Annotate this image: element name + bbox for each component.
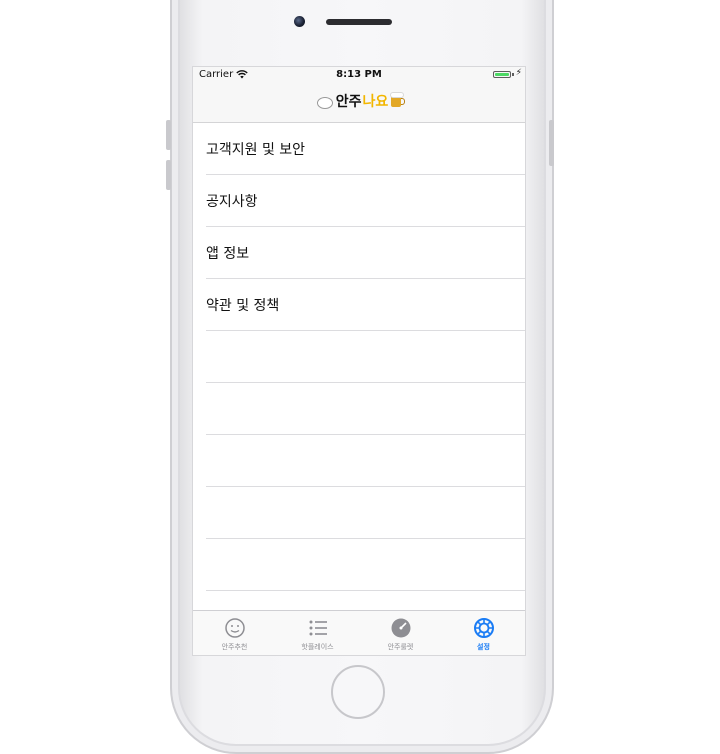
tab-label: 핫플레이스 bbox=[301, 643, 334, 651]
volume-button bbox=[166, 160, 171, 190]
status-bar: Carrier 8:13 PM ⚡ bbox=[193, 67, 525, 83]
app-logo: 안주 나요 bbox=[316, 91, 406, 111]
home-button[interactable] bbox=[331, 665, 385, 719]
empty-table-row bbox=[193, 331, 525, 383]
logo-text-part2: 나요 bbox=[362, 94, 389, 110]
charging-icon: ⚡ bbox=[515, 68, 522, 78]
menu-item-terms-policy[interactable]: 약관 및 정책 bbox=[193, 279, 525, 331]
beer-mug-icon bbox=[390, 92, 406, 107]
menu-item-label: 약관 및 정책 bbox=[206, 298, 280, 314]
tab-label: 안주추천 bbox=[221, 643, 248, 651]
front-camera bbox=[294, 16, 305, 27]
status-time: 8:13 PM bbox=[336, 69, 382, 80]
tab-label: 설정 bbox=[477, 643, 490, 651]
menu-item-customer-support[interactable]: 고객지원 및 보안 bbox=[193, 123, 525, 175]
power-button bbox=[549, 120, 554, 166]
empty-table-row bbox=[193, 383, 525, 435]
tab-bar: 안주추천 핫플레이스 안주룰렛 설정 bbox=[193, 610, 525, 655]
menu-item-notices[interactable]: 공지사항 bbox=[193, 175, 525, 227]
battery-icon bbox=[493, 71, 511, 78]
menu-item-label: 앱 정보 bbox=[206, 246, 250, 262]
nav-title: 안주 나요 bbox=[193, 91, 525, 111]
earpiece-speaker bbox=[326, 19, 392, 25]
roulette-icon bbox=[391, 618, 410, 638]
volume-button bbox=[166, 120, 171, 150]
app-screen: Carrier 8:13 PM ⚡ 안주 나요 고객지원 및 보안 공지사항 앱… bbox=[192, 66, 526, 656]
settings-menu-list: 고객지원 및 보안 공지사항 앱 정보 약관 및 정책 bbox=[193, 123, 525, 591]
tab-roulette[interactable]: 안주룰렛 bbox=[359, 611, 442, 655]
tab-recommend[interactable]: 안주추천 bbox=[193, 611, 276, 655]
logo-text-part1: 안주 bbox=[335, 94, 362, 110]
tab-hotplace[interactable]: 핫플레이스 bbox=[276, 611, 359, 655]
list-icon bbox=[309, 620, 327, 636]
menu-item-app-info[interactable]: 앱 정보 bbox=[193, 227, 525, 279]
navigation-bar: Carrier 8:13 PM ⚡ 안주 나요 bbox=[193, 67, 525, 123]
empty-table-row bbox=[193, 539, 525, 591]
empty-table-row bbox=[193, 435, 525, 487]
speech-bubble-icon bbox=[316, 97, 333, 109]
tab-label: 안주룰렛 bbox=[387, 643, 414, 651]
menu-item-label: 고객지원 및 보안 bbox=[206, 142, 306, 158]
battery-cap bbox=[512, 73, 514, 76]
menu-item-label: 공지사항 bbox=[206, 194, 258, 210]
empty-table-row bbox=[193, 487, 525, 539]
smiley-icon bbox=[224, 618, 245, 638]
tab-settings[interactable]: 설정 bbox=[442, 611, 525, 655]
gear-icon bbox=[473, 618, 494, 638]
